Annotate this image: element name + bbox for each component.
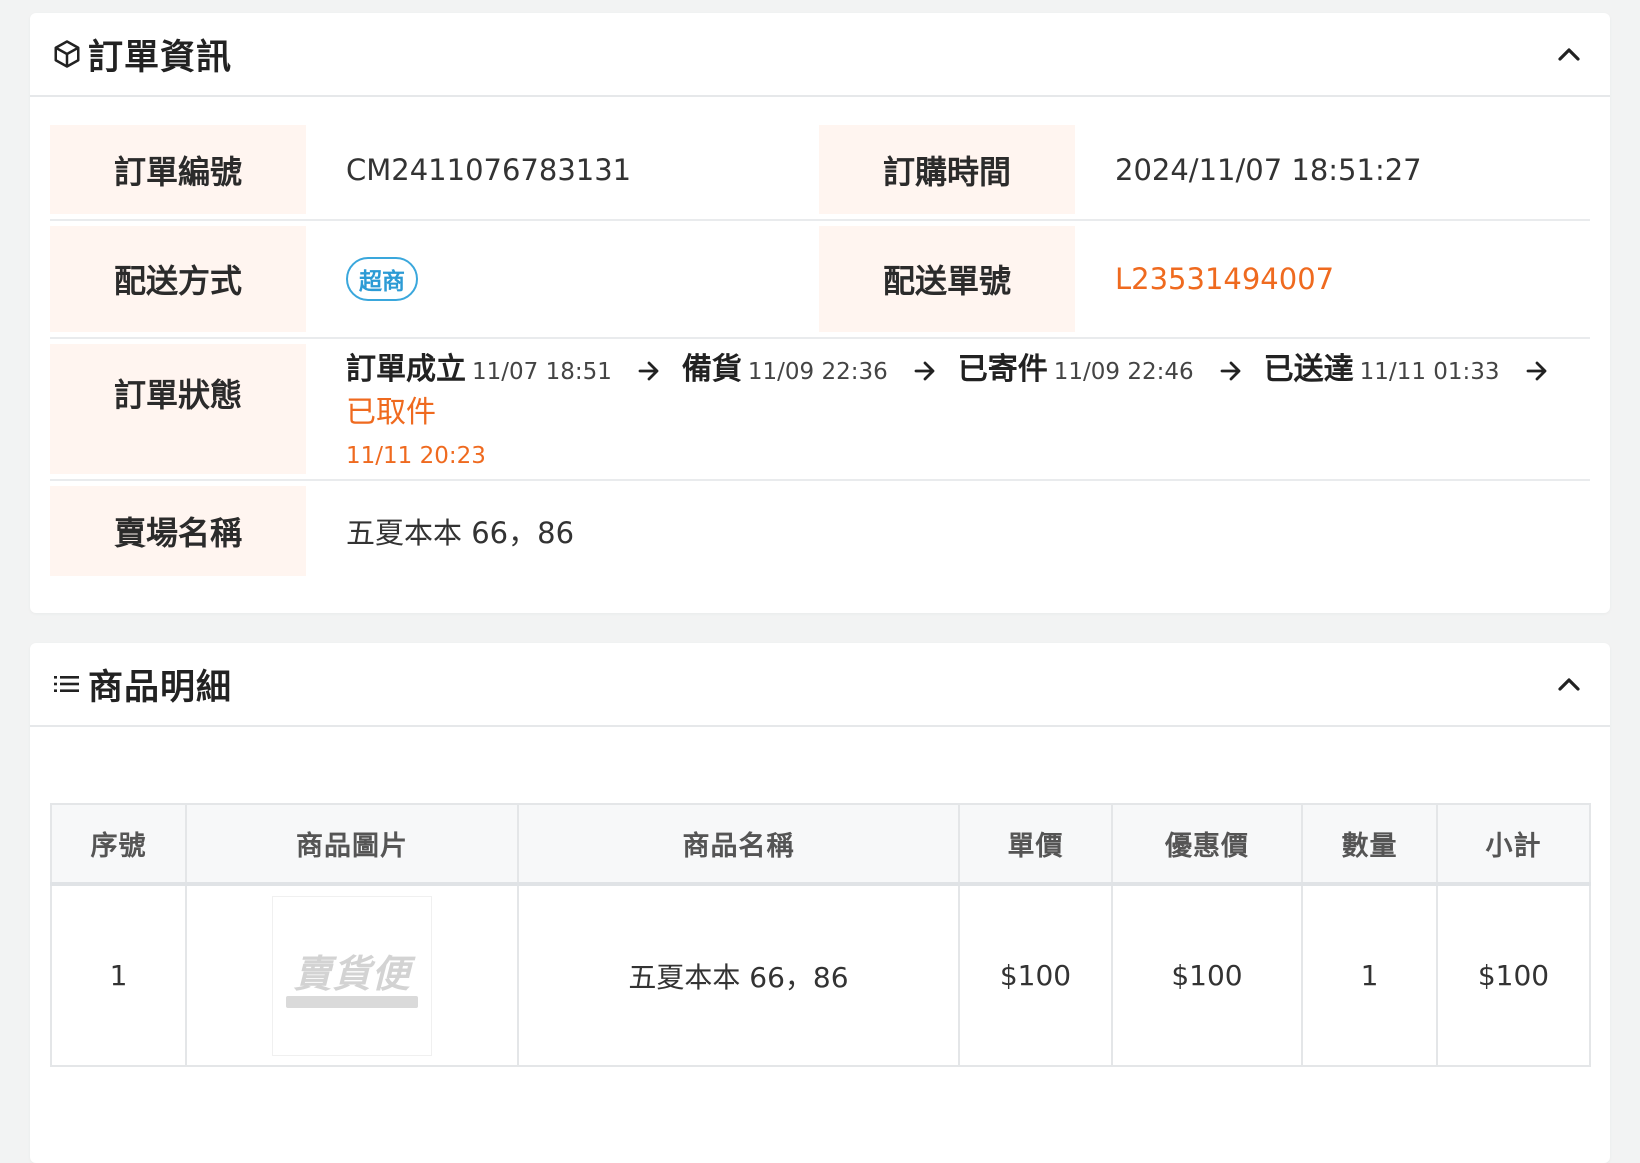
order-row-2: 配送方式 超商 配送單號 L23531494007 (50, 221, 1590, 339)
items-title: 商品明細 (88, 667, 233, 708)
store-name-label: 賣場名稱 (50, 486, 306, 576)
status-step-time: 11/07 18:51 (472, 359, 612, 385)
list-icon (52, 669, 82, 699)
table-header-row: 序號 商品圖片 商品名稱 單價 優惠價 數量 小計 (50, 803, 1591, 885)
arrow-right-icon (914, 351, 936, 391)
column-header: 商品圖片 (185, 803, 519, 885)
column-header: 單價 (958, 803, 1113, 885)
column-header: 商品名稱 (517, 803, 960, 885)
status-step-name: 已送達 (1263, 352, 1354, 387)
item-qty: 1 (1301, 883, 1438, 1067)
order-info-header: 訂單資訊 (30, 13, 1610, 97)
cube-icon (52, 39, 82, 69)
column-header: 小計 (1436, 803, 1591, 885)
status-label: 訂單狀態 (50, 344, 306, 474)
status-step-time: 11/09 22:46 (1053, 359, 1194, 385)
order-no-label: 訂單編號 (50, 125, 306, 214)
chevron-up-icon[interactable] (1554, 39, 1584, 69)
items-header: 商品明細 (30, 643, 1610, 727)
order-info-card: 訂單資訊 訂單編號 CM2411076783131 訂購時間 2024/11/0… (30, 13, 1610, 613)
column-header: 序號 (50, 803, 187, 885)
order-no-value: CM2411076783131 (346, 152, 632, 187)
product-image[interactable]: 賣貨便 (272, 895, 432, 1056)
arrow-right-icon (1526, 351, 1548, 391)
item-image-cell: 賣貨便 (185, 883, 519, 1067)
shipping-method-value: 超商 (306, 221, 819, 337)
item-name: 五夏本本 66，86 (517, 883, 960, 1067)
arrow-right-icon (638, 351, 660, 391)
status-step-time-current: 11/11 20:23 (346, 443, 486, 469)
tracking-no-label: 配送單號 (819, 226, 1075, 332)
status-step-name: 訂單成立 (346, 352, 466, 387)
status-step-time: 11/09 22:36 (747, 359, 888, 385)
order-row-4: 賣場名稱 五夏本本 66，86 (50, 481, 1590, 581)
order-time-value: 2024/11/07 18:51:27 (1115, 152, 1422, 187)
shipping-method-label: 配送方式 (50, 226, 306, 332)
items-table: 序號 商品圖片 商品名稱 單價 優惠價 數量 小計 1 賣貨便 五夏本本 66，… (50, 803, 1591, 1067)
column-header: 數量 (1301, 803, 1438, 885)
store-name-value: 五夏本本 66，86 (346, 516, 575, 550)
watermark-logo: 賣貨便 (293, 952, 411, 996)
item-discount-price: $100 (1111, 883, 1303, 1067)
status-step-name-current: 已取件 (346, 395, 436, 430)
watermark-bar (286, 996, 418, 1008)
arrow-right-icon (1220, 351, 1242, 391)
order-time-label: 訂購時間 (819, 125, 1075, 214)
status-step-name: 備貨 (681, 352, 742, 387)
order-row-3: 訂單狀態 訂單成立 11/07 18:51 備貨 11/09 22:36 已寄件 11/0… (50, 339, 1590, 481)
table-row: 1 賣貨便 五夏本本 66，86 $100 $100 1 $100 (50, 883, 1591, 1067)
order-row-1: 訂單編號 CM2411076783131 訂購時間 2024/11/07 18:… (50, 120, 1590, 221)
item-index: 1 (50, 883, 187, 1067)
tracking-no-link[interactable]: L23531494007 (1075, 221, 1588, 337)
item-price: $100 (958, 883, 1113, 1067)
item-subtotal: $100 (1436, 883, 1591, 1067)
order-info-title: 訂單資訊 (88, 37, 233, 78)
status-value: 訂單成立 11/07 18:51 備貨 11/09 22:36 已寄件 11/09 22:… (306, 339, 1589, 479)
shipping-method-tag: 超商 (346, 257, 418, 301)
chevron-up-icon[interactable] (1554, 669, 1584, 699)
status-timeline: 訂單成立 11/07 18:51 備貨 11/09 22:36 已寄件 11/09 22:… (346, 339, 1589, 476)
column-header: 優惠價 (1111, 803, 1303, 885)
items-card: 商品明細 序號 商品圖片 商品名稱 單價 優惠價 數量 小計 1 賣貨便 五夏本… (30, 643, 1610, 1163)
status-step-name: 已寄件 (957, 352, 1048, 387)
status-step-time: 11/11 01:33 (1359, 359, 1500, 385)
